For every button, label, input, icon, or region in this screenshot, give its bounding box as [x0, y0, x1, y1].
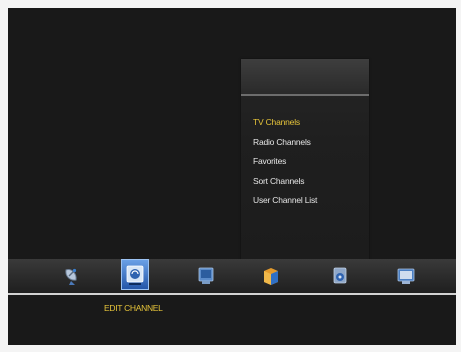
menu-item-tv-channels[interactable]: TV Channels — [253, 113, 317, 133]
menu-item-radio-channels[interactable]: Radio Channels — [253, 133, 317, 153]
satellite-dish-icon — [65, 268, 77, 285]
channel-submenu: TV Channels Radio Channels Favorites Sor… — [241, 59, 369, 263]
main-menu-item-edit-channel[interactable] — [121, 259, 149, 290]
menu-item-favorites[interactable]: Favorites — [253, 152, 317, 172]
monitor-settings-icon — [198, 267, 214, 284]
edit-channel-icon — [126, 265, 144, 285]
submenu-header — [241, 59, 369, 94]
submenu-list: TV Channels Radio Channels Favorites Sor… — [253, 113, 317, 211]
selected-menu-label: EDIT CHANNEL — [104, 303, 163, 313]
main-menu-item-system[interactable] — [192, 262, 220, 290]
submenu-divider — [241, 94, 369, 96]
main-menu-item-installation[interactable] — [58, 262, 86, 290]
main-menu-bar — [8, 259, 456, 293]
main-menu-item-tools[interactable] — [326, 262, 354, 290]
screen: TV Channels Radio Channels Favorites Sor… — [0, 0, 461, 352]
media-monitor-icon — [397, 268, 415, 284]
main-menu-item-media[interactable] — [257, 262, 285, 290]
tv-display: TV Channels Radio Channels Favorites Sor… — [8, 8, 456, 345]
gear-drive-icon — [333, 267, 347, 284]
folder-box-icon — [264, 268, 278, 285]
main-menu-item-games[interactable] — [392, 262, 420, 290]
menu-item-sort-channels[interactable]: Sort Channels — [253, 172, 317, 192]
menu-item-user-channel-list[interactable]: User Channel List — [253, 191, 317, 211]
menu-bar-divider — [8, 293, 456, 295]
